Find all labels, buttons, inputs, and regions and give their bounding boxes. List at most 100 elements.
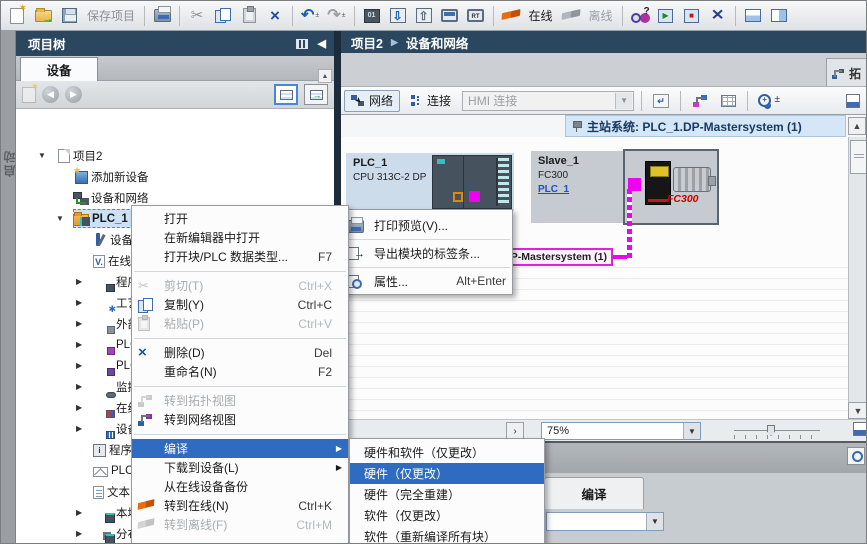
- expand-arrow-icon[interactable]: [76, 382, 93, 391]
- tab-devices[interactable]: 设备: [20, 57, 98, 81]
- details-view-button[interactable]: [274, 84, 298, 105]
- menu-item[interactable]: [132, 266, 348, 276]
- tree-scroll-up-button[interactable]: ▲: [318, 69, 332, 83]
- submenu-item[interactable]: 硬件（仅更改）: [350, 463, 544, 484]
- start-cpu-button[interactable]: ▶: [654, 4, 678, 28]
- expand-arrow-icon[interactable]: [38, 151, 55, 160]
- slave1-selected-frame[interactable]: FC300: [623, 149, 719, 225]
- menu-item[interactable]: 打印预览(V)...: [342, 212, 512, 238]
- dp-rail-line[interactable]: [627, 189, 632, 259]
- menu-item[interactable]: 导出模块的标签条...: [342, 240, 512, 266]
- menu-item[interactable]: 转到拓扑视图: [132, 391, 348, 410]
- inspector-properties-icon[interactable]: [847, 447, 865, 465]
- copy-button[interactable]: [211, 4, 235, 28]
- canvas-scroll-down-button[interactable]: ▼: [848, 402, 867, 419]
- runtime-button[interactable]: RT: [464, 4, 488, 28]
- device-plc1[interactable]: PLC_1 CPU 313C-2 DP: [346, 153, 514, 211]
- new-item-icon[interactable]: [22, 87, 36, 103]
- plc1-dp-port-icon[interactable]: [469, 191, 480, 202]
- network-mode-button[interactable]: 网络: [344, 90, 400, 112]
- cross-reference-button[interactable]: ✕: [706, 4, 730, 28]
- upload-from-device-button[interactable]: ⇧: [412, 4, 436, 28]
- submenu-item[interactable]: 硬件和软件（仅更改）: [350, 442, 544, 463]
- delete-button[interactable]: ×: [263, 4, 287, 28]
- fit-to-window-icon[interactable]: [853, 422, 867, 436]
- submenu-item[interactable]: 硬件（完全重建）: [350, 484, 544, 505]
- columns-icon[interactable]: [296, 39, 308, 49]
- menu-item[interactable]: 剪切(T) Ctrl+X: [132, 276, 348, 295]
- open-project-button[interactable]: [31, 4, 55, 28]
- menu-item[interactable]: 复制(Y) Ctrl+C: [132, 295, 348, 314]
- start-simulation-button[interactable]: [438, 4, 462, 28]
- menu-item[interactable]: 打开块/PLC 数据类型... F7: [132, 247, 348, 266]
- menu-item[interactable]: [132, 333, 348, 343]
- connection-type-select[interactable]: HMI 连接 ▼: [462, 91, 634, 111]
- compile-button[interactable]: 01: [360, 4, 384, 28]
- cut-button[interactable]: ✂: [185, 4, 209, 28]
- diagnostics-button[interactable]: [628, 4, 652, 28]
- plc1-device-image[interactable]: [432, 155, 512, 209]
- sort-view-button[interactable]: [304, 84, 328, 105]
- save-project-label[interactable]: 保存项目: [83, 7, 139, 24]
- back-button[interactable]: ◀: [42, 86, 59, 103]
- zoom-button[interactable]: [755, 89, 783, 113]
- menu-item[interactable]: 打开: [132, 209, 348, 228]
- menu-item[interactable]: [132, 429, 348, 439]
- breadcrumb-page[interactable]: 设备和网络: [406, 33, 469, 52]
- submenu-item[interactable]: 软件（重新编译所有块）: [350, 526, 544, 544]
- split-vertical-button[interactable]: [767, 4, 791, 28]
- download-to-device-button[interactable]: ⇩: [386, 4, 410, 28]
- expand-arrow-icon[interactable]: [76, 529, 93, 538]
- plc1-mpi-port-icon[interactable]: [453, 192, 463, 202]
- pin-icon[interactable]: [572, 120, 581, 132]
- expand-arrow-icon[interactable]: [76, 508, 93, 517]
- menu-item[interactable]: 编译: [132, 439, 348, 458]
- slave1-master-link[interactable]: PLC_1: [538, 184, 569, 195]
- menu-item[interactable]: 属性... Alt+Enter: [342, 268, 512, 294]
- breadcrumb-project[interactable]: 项目2: [351, 33, 383, 52]
- message-filter-select[interactable]: ▼: [546, 512, 664, 531]
- show-address-labels-button[interactable]: [649, 89, 673, 113]
- canvas-scroll-up-button[interactable]: ▲: [848, 117, 866, 135]
- menu-item[interactable]: 删除(D) Del: [132, 343, 348, 362]
- redo-dropdown-arrow[interactable]: ±: [342, 12, 346, 19]
- expand-arrow-icon[interactable]: [76, 424, 93, 433]
- print-button[interactable]: [150, 4, 174, 28]
- tab-compile-messages[interactable]: 编译: [544, 477, 644, 509]
- menu-item[interactable]: 粘贴(P) Ctrl+V: [132, 314, 348, 333]
- go-offline-label[interactable]: 离线: [585, 7, 617, 24]
- undo-dropdown-arrow[interactable]: ±: [315, 12, 319, 19]
- go-online-button[interactable]: [499, 4, 523, 28]
- menu-item[interactable]: 转到离线(F) Ctrl+M: [132, 515, 348, 534]
- expand-arrow-icon[interactable]: [76, 298, 93, 307]
- scrollbar-thumb[interactable]: [850, 140, 867, 174]
- canvas-vertical-scrollbar[interactable]: [848, 137, 867, 419]
- zoom-slider-thumb[interactable]: [767, 425, 775, 436]
- highlight-systems-button[interactable]: [688, 89, 712, 113]
- chevron-down-icon[interactable]: ▼: [615, 93, 632, 109]
- zoom-level-select[interactable]: 75% ▼: [541, 422, 701, 440]
- collapse-panel-icon[interactable]: ◀: [318, 37, 326, 50]
- save-window-settings-button[interactable]: [841, 89, 865, 113]
- paste-button[interactable]: [237, 4, 261, 28]
- tree-item[interactable]: 项目2: [16, 145, 334, 166]
- zoom-slider[interactable]: [734, 423, 820, 439]
- menu-item[interactable]: 重命名(N) F2: [132, 362, 348, 381]
- tab-topology-view[interactable]: 拓: [826, 58, 867, 87]
- tree-item[interactable]: 添加新设备: [16, 166, 334, 187]
- expand-arrow-icon[interactable]: [76, 340, 93, 349]
- redo-button[interactable]: ↷±: [324, 4, 348, 28]
- submenu-item[interactable]: 软件（仅更改）: [350, 505, 544, 526]
- chevron-down-icon[interactable]: ▼: [683, 423, 700, 439]
- stop-cpu-button[interactable]: ■: [680, 4, 704, 28]
- new-project-button[interactable]: [5, 4, 29, 28]
- expand-arrow-icon[interactable]: [56, 214, 73, 223]
- expand-arrow-icon[interactable]: [76, 361, 93, 370]
- menu-item[interactable]: 在新编辑器中打开: [132, 228, 348, 247]
- menu-item[interactable]: 转到网络视图: [132, 410, 348, 429]
- split-horizontal-button[interactable]: [741, 4, 765, 28]
- chevron-down-icon[interactable]: ▼: [646, 513, 663, 530]
- menu-item[interactable]: 转到在线(N) Ctrl+K: [132, 496, 348, 515]
- expand-arrow-icon[interactable]: [76, 319, 93, 328]
- forward-button[interactable]: ▶: [65, 86, 82, 103]
